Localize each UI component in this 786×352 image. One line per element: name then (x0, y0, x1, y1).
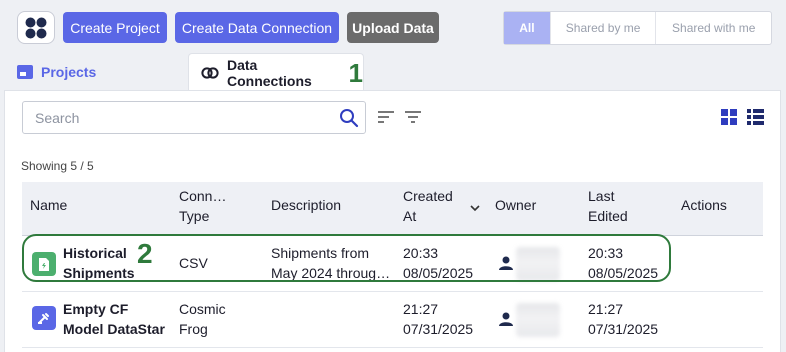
owner-avatar-blurred (516, 303, 560, 337)
search-input[interactable] (23, 102, 333, 133)
search-icon[interactable] (339, 108, 359, 133)
row-created: 20:33 08/05/2025 (403, 245, 474, 281)
header-owner[interactable]: Owner (495, 195, 536, 215)
table-row[interactable]: Historical Shipments CSV Shipments from … (22, 236, 763, 292)
header-description[interactable]: Description (271, 195, 341, 215)
table-row[interactable]: Empty CF Model DataStar Cosmic Frog 21:2… (22, 292, 763, 348)
sort-icon[interactable] (377, 109, 395, 130)
row-created: 21:27 07/31/2025 (403, 301, 474, 337)
create-project-button[interactable]: Create Project (63, 12, 167, 43)
showing-count: Showing 5 / 5 (21, 159, 94, 173)
grid-view-icon[interactable] (721, 109, 737, 130)
header-name[interactable]: Name (30, 195, 67, 215)
header-last-edited[interactable]: Last Edited (588, 186, 628, 226)
filter-shared-by-me[interactable]: Shared by me (549, 12, 656, 44)
create-data-connection-button[interactable]: Create Data Connection (175, 12, 339, 43)
row-type: Cosmic Frog (179, 301, 226, 337)
tab-projects[interactable]: Projects (4, 53, 184, 91)
user-icon (499, 256, 513, 275)
tab-data-connections[interactable]: Data Connections 1 (188, 53, 364, 91)
upload-data-button[interactable]: Upload Data (347, 12, 439, 43)
row-description: Shipments from May 2024 throug… (271, 245, 391, 281)
search-box (22, 101, 366, 134)
row-name[interactable]: Empty CF Model DataStar (63, 299, 165, 339)
owner-avatar-blurred (516, 247, 560, 281)
header-created-at[interactable]: Created At (403, 186, 453, 226)
row-name[interactable]: Historical Shipments (63, 243, 135, 283)
header-connection-type[interactable]: Conn… Type (179, 186, 226, 226)
table-header: Name Conn… Type Description Created At O… (22, 182, 763, 236)
step-marker-2: 2 (137, 238, 153, 269)
user-icon (499, 312, 513, 331)
filter-shared-with-me[interactable]: Shared with me (655, 12, 771, 44)
list-view-icon[interactable] (747, 109, 764, 130)
tab-projects-label: Projects (41, 64, 97, 80)
row-edited: 21:27 07/31/2025 (588, 301, 659, 337)
data-connections-panel: Showing 5 / 5 Name Conn… Type Descriptio… (4, 90, 781, 352)
sort-desc-icon[interactable] (470, 199, 480, 217)
top-toolbar: Create Project Create Data Connection Up… (0, 0, 786, 54)
app-grid-icon (25, 17, 47, 38)
cosmic-frog-icon (32, 306, 56, 330)
row-type: CSV (179, 255, 208, 271)
project-icon (17, 65, 33, 79)
data-connection-icon (201, 66, 219, 79)
step-marker-1: 1 (348, 57, 363, 88)
tab-data-connections-label: Data Connections (227, 56, 312, 89)
app-grid-button[interactable] (17, 11, 55, 44)
row-edited: 20:33 08/05/2025 (588, 245, 659, 281)
header-actions: Actions (681, 197, 727, 213)
sharing-filter: All Shared by me Shared with me (503, 11, 772, 45)
csv-file-icon (32, 252, 56, 276)
filter-icon[interactable] (404, 109, 422, 130)
filter-all[interactable]: All (504, 12, 550, 44)
